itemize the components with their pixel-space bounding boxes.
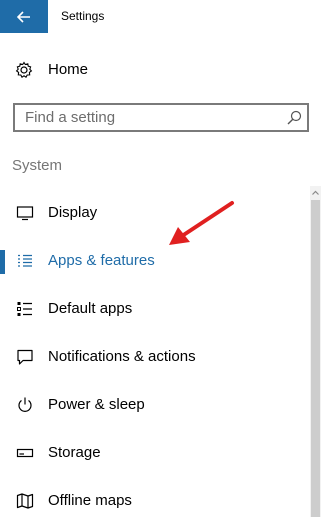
nav-item-label: Power & sleep xyxy=(48,396,145,413)
storage-icon xyxy=(16,448,34,458)
nav-item-label: Display xyxy=(48,204,98,221)
scrollbar-thumb[interactable] xyxy=(311,200,320,517)
power-icon xyxy=(18,397,32,412)
search-icon[interactable] xyxy=(286,110,302,126)
notifications-icon xyxy=(17,349,33,365)
display-icon xyxy=(16,206,34,221)
nav-item-label: Apps & features xyxy=(48,252,155,269)
nav-item-label: Offline maps xyxy=(48,492,132,509)
nav-item-label: Default apps xyxy=(48,300,133,317)
default-apps-icon xyxy=(17,302,32,316)
nav-item-default-apps[interactable]: Default apps xyxy=(0,290,300,330)
apps-list-icon xyxy=(18,254,32,267)
section-header-system: System xyxy=(12,157,63,174)
nav-item-label: Notifications & actions xyxy=(48,348,196,365)
back-arrow-icon xyxy=(17,10,30,23)
nav-item-power-sleep[interactable]: Power & sleep xyxy=(0,386,300,426)
nav-item-display[interactable]: Display xyxy=(0,194,300,234)
nav-item-apps-features[interactable]: Apps & features xyxy=(0,242,300,282)
active-indicator xyxy=(0,250,5,274)
home-link[interactable]: Home xyxy=(0,52,331,88)
search-input[interactable]: Find a setting xyxy=(13,103,309,132)
nav-item-label: Storage xyxy=(48,444,101,461)
map-icon xyxy=(16,493,34,509)
title-bar: Settings xyxy=(0,0,331,33)
window-title: Settings xyxy=(61,9,105,23)
nav-item-storage[interactable]: Storage xyxy=(0,434,300,474)
home-label: Home xyxy=(48,61,89,78)
scroll-up-arrow-icon[interactable] xyxy=(310,187,321,199)
search-placeholder: Find a setting xyxy=(25,109,116,126)
nav-item-notifications[interactable]: Notifications & actions xyxy=(0,338,300,378)
back-button[interactable] xyxy=(0,0,48,33)
annotation-arrow-icon xyxy=(169,201,234,245)
gear-icon xyxy=(15,61,33,79)
nav-item-offline-maps[interactable]: Offline maps xyxy=(0,482,300,517)
